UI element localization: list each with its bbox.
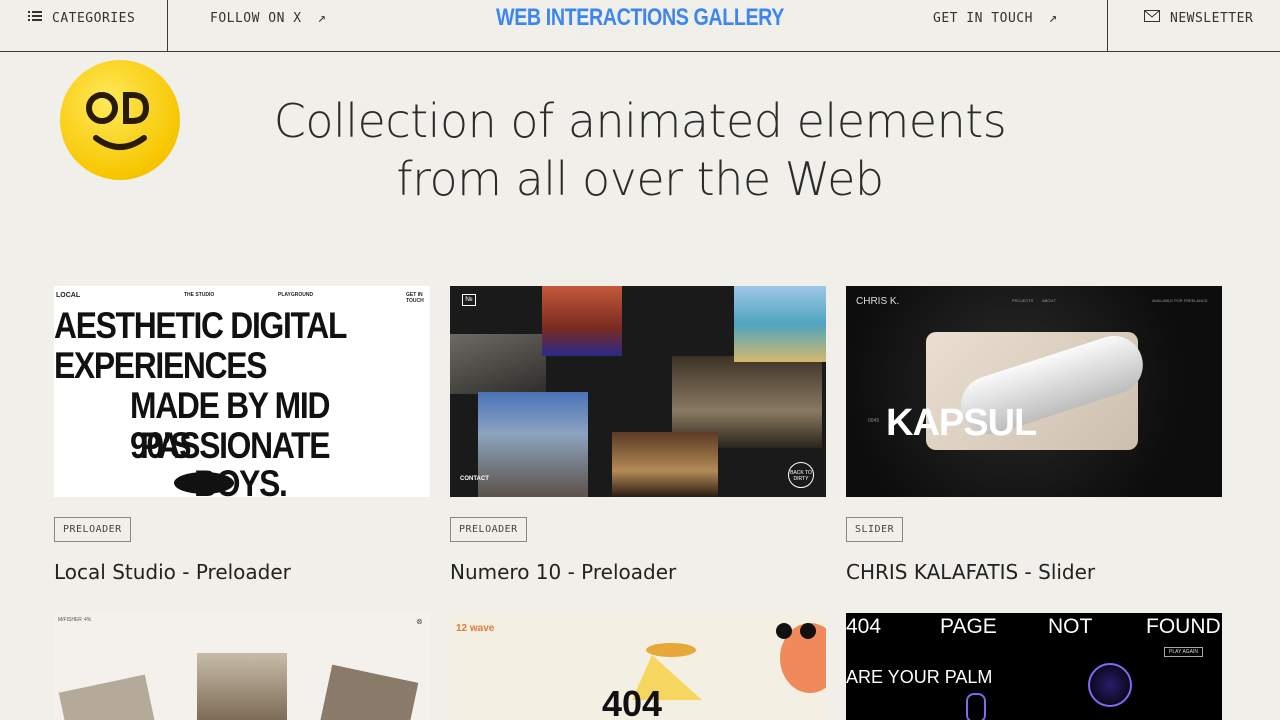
hero-heading: Collection of animated elements from all…: [260, 92, 1020, 208]
thumb-404-text: 404: [602, 683, 663, 720]
thumb-index: 0045: [868, 418, 880, 424]
photo-tile: [734, 286, 826, 362]
thumb-badge: BACK TO DIRTY: [788, 462, 814, 488]
photo-tile: [450, 334, 546, 394]
thumb-brand: M/FISHER: [58, 617, 82, 623]
thumb-word: 404: [846, 615, 882, 638]
newsletter-label: NEWSLETTER: [1170, 10, 1254, 26]
photo-tile: [317, 664, 419, 720]
thumb-nav-item: THE STUDIO: [184, 292, 215, 298]
arrow-up-right-icon: ↗: [1048, 10, 1058, 26]
play-again-button[interactable]: PLAY AGAIN: [1164, 647, 1203, 657]
card-thumbnail[interactable]: CHRIS K. PROJECTS ABOUT AVAILABLE FOR FR…: [846, 286, 1222, 497]
card-thumbnail[interactable]: 404 PAGE NOT FOUND PLAY AGAIN ARE YOUR P…: [846, 613, 1222, 720]
glow-orb: [1088, 663, 1132, 707]
gallery-card[interactable]: 404 PAGE NOT FOUND PLAY AGAIN ARE YOUR P…: [846, 613, 1222, 720]
gallery-card[interactable]: LOCAL THE STUDIO PLAYGROUND GET IN TOUCH…: [54, 286, 430, 584]
thumb-headline: AESTHETIC DIGITAL: [54, 305, 347, 346]
card-title[interactable]: CHRIS KALAFATIS - Slider: [846, 560, 1222, 584]
thumb-headline: BOYS.: [194, 463, 288, 498]
card-title[interactable]: Numero 10 - Preloader: [450, 560, 826, 584]
thumb-word: PAGE: [940, 615, 997, 638]
hero-line-1: Collection of animated elements: [273, 94, 1007, 148]
card-thumbnail[interactable]: M/FISHER 4% ⊗: [54, 613, 430, 720]
photo-tile: [542, 286, 622, 356]
thumb-nav-item: PROJECTS: [1012, 298, 1034, 303]
card-thumbnail[interactable]: 12 wave 404: [450, 613, 826, 720]
gallery-card[interactable]: M/FISHER 4% ⊗: [54, 613, 430, 720]
list-icon: [28, 10, 42, 26]
photo-tile: [612, 432, 718, 497]
contact-label: GET IN TOUCH: [933, 10, 1033, 26]
card-thumbnail[interactable]: LOCAL THE STUDIO PLAYGROUND GET IN TOUCH…: [54, 286, 430, 497]
sound-icon[interactable]: [776, 623, 792, 639]
thumb-brand: LOCAL: [56, 292, 81, 299]
gallery-card[interactable]: № CONTACT BACK TO DIRTY PRELOADER Numero…: [450, 286, 826, 584]
card-title[interactable]: Local Studio - Preloader: [54, 560, 430, 584]
thumb-word: FOUND: [1146, 615, 1221, 638]
od-logo[interactable]: [60, 60, 180, 180]
category-tag[interactable]: PRELOADER: [450, 517, 527, 542]
category-tag[interactable]: SLIDER: [846, 517, 904, 542]
gallery-card[interactable]: 12 wave 404: [450, 613, 826, 720]
newsletter-button[interactable]: NEWSLETTER: [1144, 0, 1253, 36]
thumb-brand: CHRIS K.: [856, 296, 900, 307]
top-navigation: CATEGORIES FOLLOW ON X ↗ WEB INTERACTION…: [0, 0, 1280, 52]
mail-icon: [1144, 10, 1160, 26]
card-thumbnail[interactable]: № CONTACT BACK TO DIRTY: [450, 286, 826, 497]
menu-icon[interactable]: [800, 623, 816, 639]
close-icon[interactable]: ⊗: [416, 617, 423, 626]
thumb-contact: CONTACT: [460, 476, 489, 482]
thumb-logo: №: [462, 294, 476, 306]
get-in-touch-link[interactable]: GET IN TOUCH ↗: [933, 0, 1058, 36]
thumb-headline: PASSIONATE: [140, 425, 331, 466]
photo-tile: [58, 674, 158, 720]
photo-tile: [197, 653, 287, 720]
hero-line-2: from all over the Web: [396, 152, 884, 206]
smiley-logo-icon: [86, 92, 150, 150]
thumb-count: 4%: [84, 617, 92, 623]
thumb-nav-item: PLAYGROUND: [278, 292, 314, 298]
photo-tile: [478, 392, 588, 497]
gallery-card[interactable]: CHRIS K. PROJECTS ABOUT AVAILABLE FOR FR…: [846, 286, 1222, 584]
glow-orb: [966, 693, 986, 720]
thumb-product-name: KAPSUL: [886, 402, 1037, 444]
thumb-nav-item: ABOUT: [1042, 298, 1056, 303]
thumb-headline: EXPERIENCES: [54, 345, 267, 386]
thumb-status: AVAILABLE FOR FREELANCE: [1152, 298, 1208, 303]
thumb-brand: 12 wave: [456, 623, 495, 634]
divider: [1107, 0, 1108, 52]
thumb-word: NOT: [1048, 615, 1093, 638]
thumb-nav-item: GET IN TOUCH: [406, 292, 424, 304]
thumb-subline: ARE YOUR PALM: [846, 667, 993, 687]
category-tag[interactable]: PRELOADER: [54, 517, 131, 542]
